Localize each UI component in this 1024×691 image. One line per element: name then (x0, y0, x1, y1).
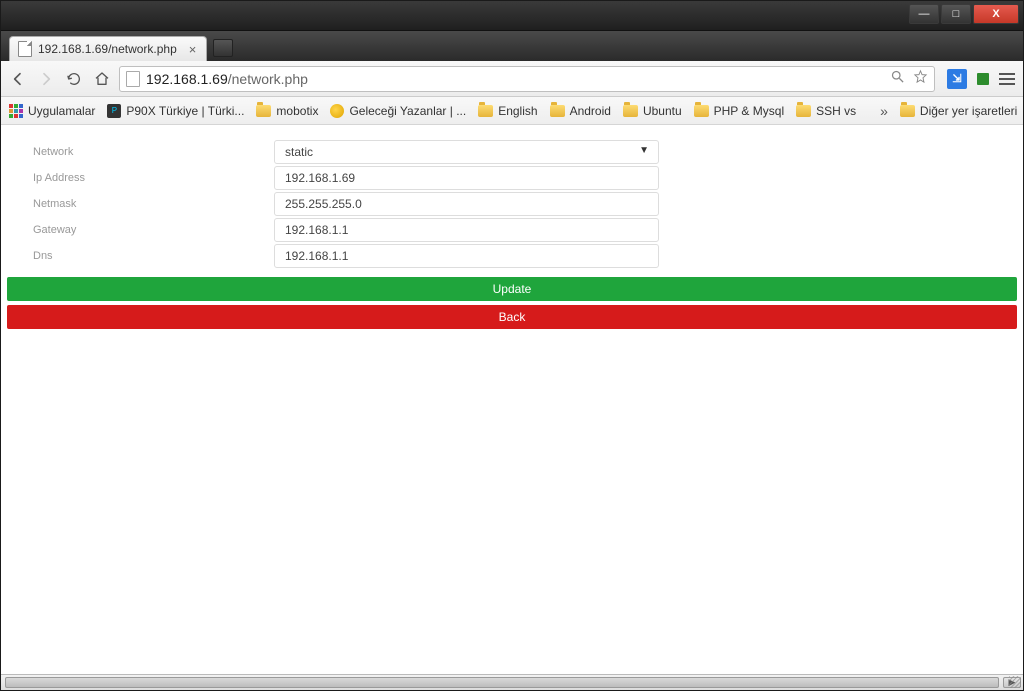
bookmark-label: Ubuntu (643, 104, 682, 118)
network-form: Network static Ip Address Netmask Gatewa… (1, 125, 1023, 269)
network-label: Network (19, 146, 274, 158)
bookmark-label: Geleceği Yazanlar | ... (349, 104, 466, 118)
bookmark-folder-ubuntu[interactable]: Ubuntu (623, 104, 682, 118)
tab-close-icon[interactable]: × (189, 42, 197, 57)
reload-button[interactable] (65, 70, 83, 88)
bookmark-label: P90X Türkiye | Türki... (126, 104, 244, 118)
window-minimize-button[interactable]: — (909, 4, 939, 24)
close-icon: X (992, 8, 999, 20)
bookmark-folder-android[interactable]: Android (550, 104, 611, 118)
search-icon[interactable] (890, 69, 905, 89)
page-icon (18, 41, 32, 57)
site-favicon: P (107, 104, 121, 118)
maximize-icon: □ (953, 8, 960, 20)
dns-input[interactable] (274, 244, 659, 268)
bookmarks-bar: Uygulamalar P P90X Türkiye | Türki... mo… (1, 97, 1023, 125)
horizontal-scrollbar[interactable]: ▶ (1, 674, 1023, 690)
network-mode-select[interactable]: static (274, 140, 659, 164)
netmask-input[interactable] (274, 192, 659, 216)
window-maximize-button[interactable]: □ (941, 4, 971, 24)
window-close-button[interactable]: X (973, 4, 1019, 24)
bookmark-gelecegi[interactable]: Geleceği Yazanlar | ... (330, 104, 466, 118)
bookmark-label: English (498, 104, 537, 118)
browser-tab-strip: 192.168.1.69/network.php × (1, 31, 1023, 61)
bookmark-folder-mobotix[interactable]: mobotix (256, 104, 318, 118)
url-host: 192.168.1.69 (146, 71, 228, 87)
forward-button[interactable] (37, 70, 55, 88)
ip-address-label: Ip Address (19, 172, 274, 184)
site-icon (126, 71, 140, 87)
back-button-form[interactable]: Back (7, 305, 1017, 329)
window-titlebar: — □ X (1, 1, 1023, 31)
gateway-input[interactable] (274, 218, 659, 242)
browser-toolbar: 192.168.1.69/network.php ⇲ (1, 61, 1023, 97)
back-button[interactable] (9, 70, 27, 88)
bookmark-label: Diğer yer işaretleri (920, 104, 1017, 118)
apps-grid-icon (9, 104, 23, 118)
bookmarks-apps[interactable]: Uygulamalar (9, 104, 95, 118)
new-tab-button[interactable] (213, 39, 233, 57)
page-content: Network static Ip Address Netmask Gatewa… (1, 125, 1023, 674)
home-button[interactable] (93, 70, 111, 88)
folder-icon (694, 105, 709, 117)
folder-icon (478, 105, 493, 117)
bookmark-folder-other[interactable]: Diğer yer işaretleri (900, 104, 1017, 118)
folder-icon (550, 105, 565, 117)
bookmark-star-icon[interactable] (913, 69, 928, 89)
browser-extension-icon[interactable]: ⇲ (947, 69, 967, 89)
address-bar[interactable]: 192.168.1.69/network.php (119, 66, 935, 92)
folder-icon (796, 105, 811, 117)
gateway-label: Gateway (19, 224, 274, 236)
browser-menu-button[interactable] (999, 73, 1015, 85)
bookmark-label: PHP & Mysql (714, 104, 784, 118)
netmask-label: Netmask (19, 198, 274, 210)
window-resize-grip[interactable] (1009, 676, 1021, 688)
bookmarks-overflow-button[interactable]: » (880, 103, 888, 119)
bookmark-label: Uygulamalar (28, 104, 95, 118)
folder-icon (623, 105, 638, 117)
dns-label: Dns (19, 250, 274, 262)
folder-icon (900, 105, 915, 117)
ip-address-input[interactable] (274, 166, 659, 190)
tab-title: 192.168.1.69/network.php (38, 42, 177, 56)
url-path: /network.php (228, 71, 308, 87)
site-favicon (330, 104, 344, 118)
bookmark-folder-english[interactable]: English (478, 104, 537, 118)
browser-tab[interactable]: 192.168.1.69/network.php × (9, 36, 207, 61)
scrollbar-thumb[interactable] (5, 677, 999, 688)
update-button[interactable]: Update (7, 277, 1017, 301)
minimize-icon: — (919, 8, 930, 20)
bookmark-folder-php[interactable]: PHP & Mysql (694, 104, 784, 118)
status-indicator-icon[interactable] (977, 73, 989, 85)
bookmark-label: SSH vs (816, 104, 856, 118)
bookmark-p90x[interactable]: P P90X Türkiye | Türki... (107, 104, 244, 118)
bookmark-label: Android (570, 104, 611, 118)
folder-icon (256, 105, 271, 117)
url-text: 192.168.1.69/network.php (146, 71, 884, 87)
bookmark-label: mobotix (276, 104, 318, 118)
bookmark-folder-ssh[interactable]: SSH vs (796, 104, 856, 118)
